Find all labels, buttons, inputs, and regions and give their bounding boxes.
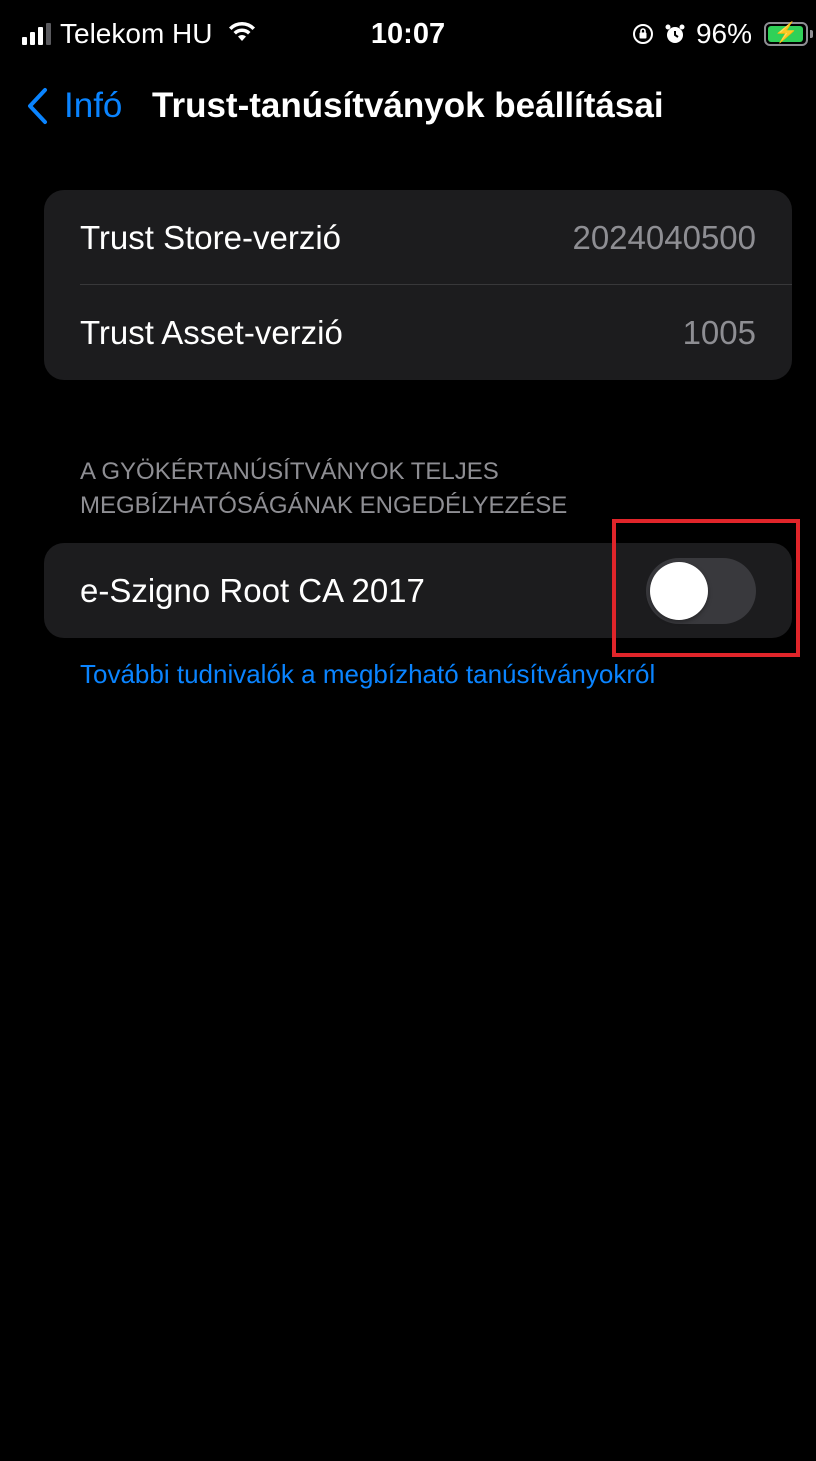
navigation-bar: Infó Trust-tanúsítványok beállításai	[0, 78, 816, 134]
learn-more-link[interactable]: További tudnivalók a megbízható tanúsítv…	[80, 654, 655, 694]
trust-store-version-value: 2024040500	[572, 218, 756, 256]
trust-asset-version-row: Trust Asset-verzió 1005	[44, 285, 792, 380]
chevron-left-icon	[26, 87, 48, 125]
trust-asset-version-value: 1005	[682, 313, 756, 351]
battery-percent: 96%	[695, 18, 752, 49]
toggle-knob	[650, 561, 708, 620]
page-title: Trust-tanúsítványok beállításai	[152, 86, 664, 125]
certificate-name: e-Szigno Root CA 2017	[80, 571, 425, 609]
back-button-label: Infó	[64, 86, 123, 125]
section-header-line-1: A GYÖKÉRTANÚSÍTVÁNYOK TELJES	[80, 458, 499, 485]
certificate-row: e-Szigno Root CA 2017	[44, 543, 792, 638]
status-bar: Telekom HU 10:07 96% ⚡	[0, 0, 816, 66]
certificate-trust-toggle[interactable]	[646, 557, 756, 624]
status-bar-right: 96% ⚡	[632, 16, 813, 52]
version-info-card: Trust Store-verzió 2024040500 Trust Asse…	[44, 190, 792, 380]
alarm-icon	[664, 23, 686, 45]
battery-charging-icon: ⚡	[764, 22, 813, 46]
trust-store-version-label: Trust Store-verzió	[80, 218, 342, 256]
section-header-line-2: MEGBÍZHATÓSÁGÁNAK ENGEDÉLYEZÉSE	[80, 492, 568, 519]
trust-asset-version-label: Trust Asset-verzió	[80, 313, 343, 351]
trust-store-version-row: Trust Store-verzió 2024040500	[44, 190, 792, 285]
root-trust-section-header: A GYÖKÉRTANÚSÍTVÁNYOK TELJES MEGBÍZHATÓS…	[80, 455, 760, 523]
back-button[interactable]: Infó	[26, 78, 122, 134]
root-certificate-card: e-Szigno Root CA 2017	[44, 543, 792, 638]
orientation-lock-icon	[632, 23, 654, 45]
